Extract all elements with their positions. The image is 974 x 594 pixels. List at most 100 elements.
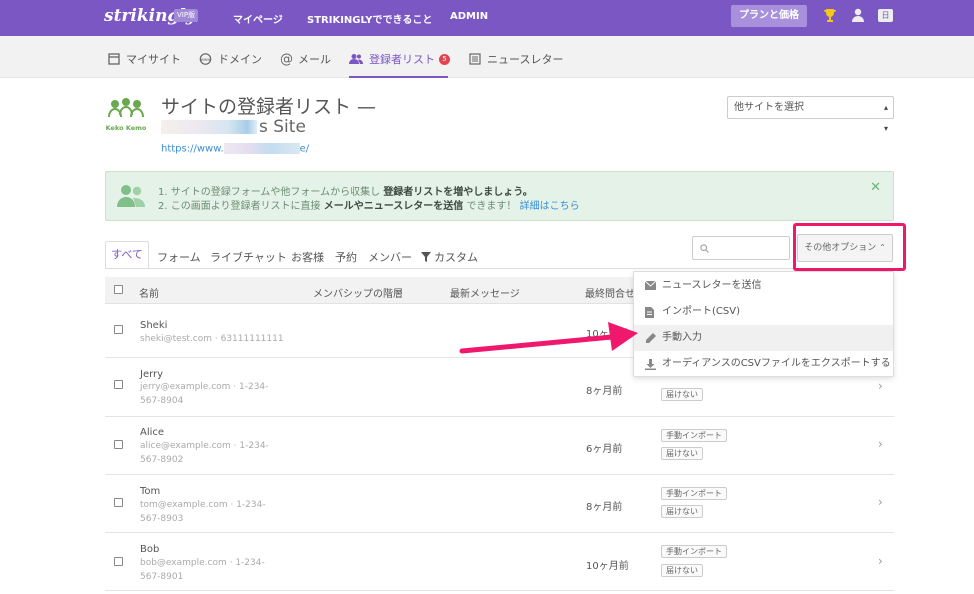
tab-members[interactable]: メンバー: [368, 249, 412, 265]
site-logo: Keko Kemo: [106, 98, 147, 132]
status-tag: 届けない: [661, 388, 703, 401]
select-all-checkbox[interactable]: [114, 285, 123, 294]
chevron-right-icon[interactable]: ›: [878, 379, 883, 393]
status-tag: 手動インポート: [661, 429, 727, 442]
user-icon[interactable]: [851, 8, 865, 22]
banner-line-1: 1. サイトの登録フォームや他フォームから収集し 登録者リストを増やしましょう。: [158, 187, 533, 198]
contact-meta: alice@example.com · 1-234-567-8902: [140, 441, 269, 465]
subnav-label: マイサイト: [126, 53, 181, 66]
site-url-link[interactable]: https://www. e/: [161, 143, 309, 155]
active-tab-underline: [349, 76, 448, 78]
last-contact-date: 8ヶ月前: [586, 386, 623, 397]
subnav-label: 登録者リスト: [369, 53, 435, 66]
status-tag: 届けない: [661, 447, 703, 460]
contact-name: Alice: [140, 427, 165, 438]
last-contact-date: 8ヶ月前: [586, 502, 623, 513]
more-options-menu: ニュースレターを送信 インポート(CSV) 手動入力 オーディアンスのCSVファ…: [633, 271, 894, 377]
subnav-label: メール: [298, 53, 331, 66]
tab-booking[interactable]: 予約: [335, 249, 357, 265]
col-membership[interactable]: メンバシップの階層: [313, 285, 403, 300]
site-select-dropdown[interactable]: 他サイトを選択 ▴ ▾: [727, 96, 894, 133]
newsletter-icon: [469, 53, 481, 65]
chevron-right-icon[interactable]: ›: [878, 554, 883, 568]
trophy-icon[interactable]: [823, 8, 837, 22]
redacted-text: [161, 120, 257, 134]
monitor-icon: [108, 53, 120, 65]
subnav-label: ニュースレター: [487, 53, 564, 66]
status-tag: 手動インポート: [661, 545, 727, 558]
status-tag: 届けない: [661, 564, 703, 577]
menu-send-newsletter[interactable]: ニュースレターを送信: [634, 273, 893, 299]
tab-livechat[interactable]: ライブチャット: [210, 249, 287, 265]
subnav-email[interactable]: @ メール: [280, 51, 331, 67]
tab-all[interactable]: すべて: [105, 241, 149, 269]
row-checkbox[interactable]: [114, 557, 123, 566]
last-contact-date: 10ヶ月前: [586, 561, 629, 572]
nav-features[interactable]: STRIKINGLYでできること: [307, 11, 432, 26]
chevron-right-icon[interactable]: ›: [878, 437, 883, 451]
top-navbar: strikingly VIP版 マイページ STRIKINGLYでできること A…: [0, 0, 974, 36]
search-input[interactable]: [692, 236, 790, 260]
logo-text: Keko Kemo: [106, 124, 147, 132]
search-icon: [700, 244, 709, 253]
subnav-newsletter[interactable]: ニュースレター: [469, 51, 563, 67]
table-row[interactable]: Tom tom@example.com · 1-234-567-8903 8ヶ月…: [105, 475, 894, 533]
banner-line-2: 2. この画面より登録者リストに直接 メールやニュースレターを送信 できます！ …: [158, 201, 580, 212]
status-tag: 手動インポート: [661, 487, 727, 500]
subnav-mysite[interactable]: マイサイト: [108, 51, 181, 67]
contact-meta: sheki@test.com · 63111111111: [140, 334, 284, 344]
tab-custom[interactable]: カスタム: [421, 249, 478, 265]
contact-meta: jerry@example.com · 1-234-567-8904: [140, 382, 269, 406]
status-tag: 届けない: [661, 505, 703, 518]
row-checkbox[interactable]: [114, 325, 123, 334]
col-name[interactable]: 名前: [139, 285, 159, 300]
subnav-label: ドメイン: [218, 53, 262, 66]
info-banner: 1. サイトの登録フォームや他フォームから収集し 登録者リストを増やしましょう。…: [105, 171, 894, 221]
last-contact-date: 6ヶ月前: [586, 444, 623, 455]
download-icon: [645, 359, 656, 370]
contact-name: Tom: [140, 486, 161, 497]
contact-meta: bob@example.com · 1-234-567-8901: [140, 558, 265, 582]
chevron-right-icon[interactable]: ›: [878, 495, 883, 509]
secondary-nav: マイサイト www ドメイン @ メール 登録者リスト 5 ニュースレター: [0, 36, 974, 78]
envelope-icon: [645, 281, 656, 290]
select-arrows-icon: ▴ ▾: [883, 103, 888, 133]
subnav-subscribers[interactable]: 登録者リスト 5: [349, 51, 450, 67]
page-title: サイトの登録者リスト —: [161, 96, 377, 118]
menu-export-csv[interactable]: オーディアンスのCSVファイルをエクスポートする: [634, 351, 893, 377]
at-icon: @: [280, 51, 293, 67]
contact-name: Bob: [140, 544, 160, 555]
menu-import-csv[interactable]: インポート(CSV): [634, 299, 893, 325]
nav-admin[interactable]: ADMIN: [450, 11, 488, 22]
subnav-domain[interactable]: www ドメイン: [199, 51, 262, 67]
tab-customers[interactable]: お客様: [291, 249, 324, 265]
last-contact-date: 10ヶ月前: [586, 329, 629, 340]
vip-badge: VIP版: [174, 9, 199, 22]
filter-icon: [421, 252, 431, 262]
highlight-box-annotation: [793, 223, 906, 271]
redacted-text: [223, 143, 300, 154]
pricing-button[interactable]: プランと価格: [731, 5, 807, 27]
notification-badge: 5: [439, 53, 450, 65]
file-icon: [645, 307, 654, 318]
pencil-icon: [646, 333, 656, 343]
row-checkbox[interactable]: [114, 440, 123, 449]
table-row[interactable]: Bob bob@example.com · 1-234-567-8901 10ヶ…: [105, 533, 894, 591]
svg-text:www: www: [201, 57, 212, 62]
people-icon: [349, 54, 363, 64]
row-checkbox[interactable]: [114, 380, 123, 389]
people-group-icon: [117, 185, 145, 207]
language-badge[interactable]: 日: [878, 9, 893, 22]
tab-form[interactable]: フォーム: [157, 249, 201, 265]
tab-divider: [105, 268, 894, 269]
nav-mypage[interactable]: マイページ: [233, 11, 283, 26]
close-icon[interactable]: ✕: [870, 180, 881, 195]
site-name: s Site: [161, 117, 306, 137]
contact-meta: tom@example.com · 1-234-567-8903: [140, 500, 266, 524]
col-latest-message[interactable]: 最新メッセージ: [450, 285, 520, 300]
row-checkbox[interactable]: [114, 498, 123, 507]
table-row[interactable]: Alice alice@example.com · 1-234-567-8902…: [105, 417, 894, 475]
details-link[interactable]: 詳細はこちら: [520, 201, 580, 212]
menu-manual-entry[interactable]: 手動入力: [634, 325, 893, 351]
contact-name: Jerry: [140, 369, 164, 380]
